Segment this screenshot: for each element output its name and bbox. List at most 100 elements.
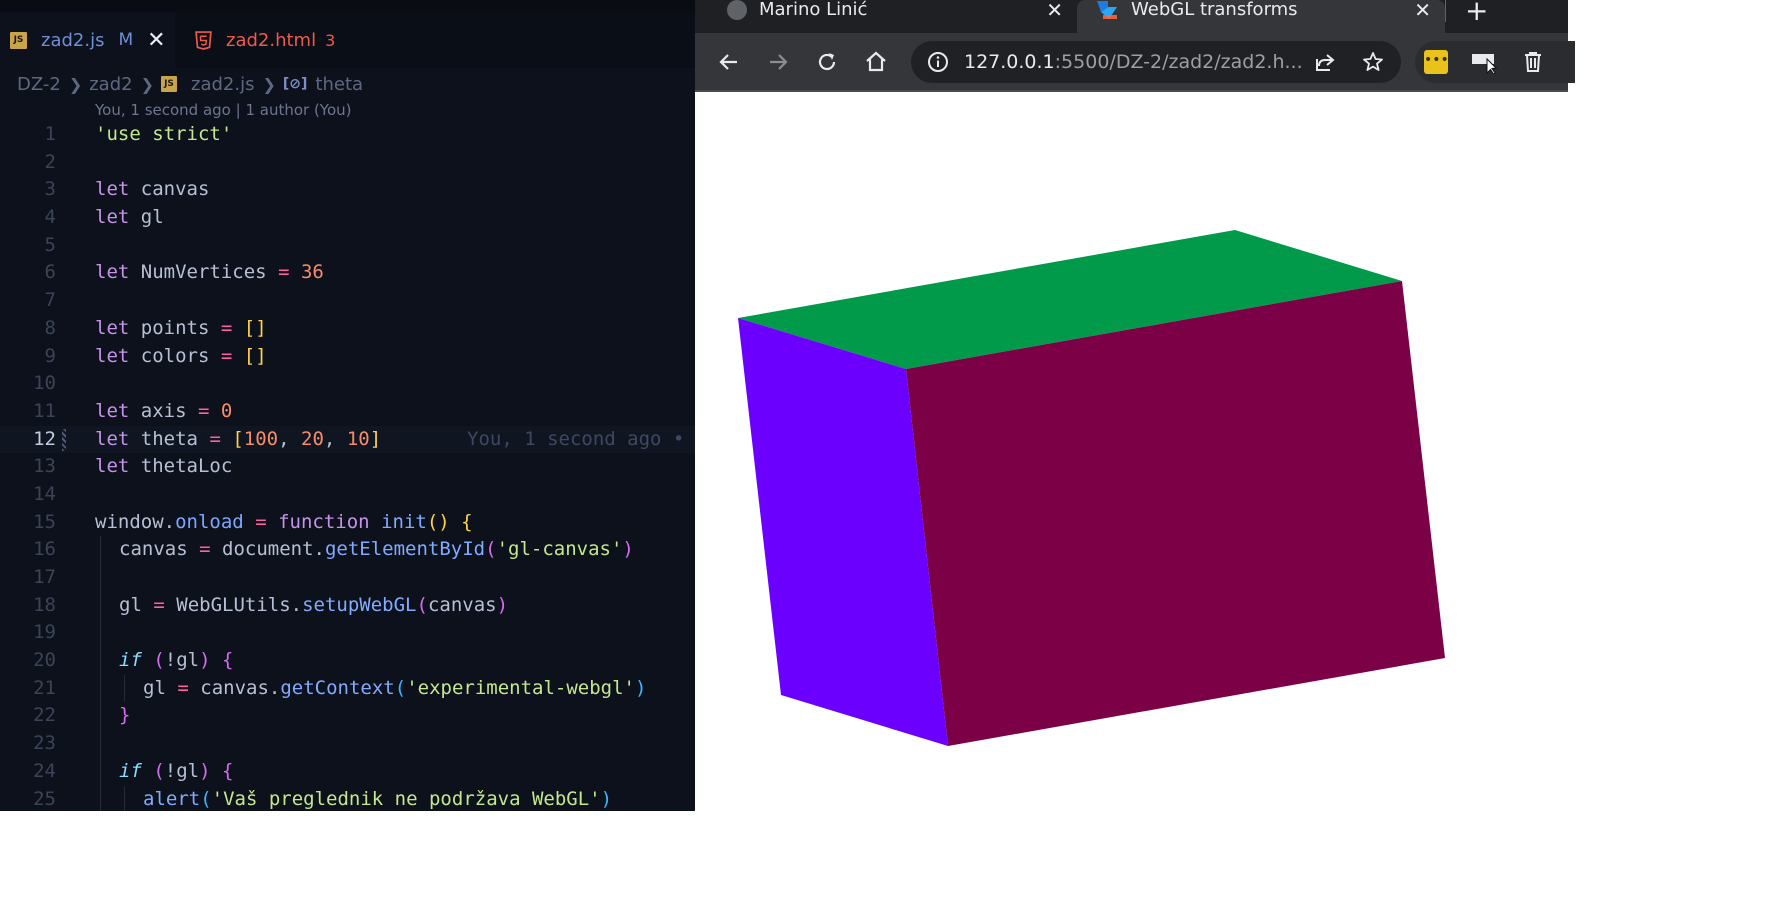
chevron-right-icon: ❯: [262, 74, 276, 94]
code-token: =: [199, 538, 211, 561]
tab-zad2-html[interactable]: zad2.html 3: [195, 12, 355, 68]
browser-tab-marino[interactable]: Marino Linić ✕: [707, 0, 1077, 33]
code-token: init: [381, 510, 427, 533]
line-number: 10: [33, 372, 56, 395]
indent-guide: [100, 647, 101, 675]
code-token: gl: [140, 206, 164, 229]
close-tab-icon[interactable]: ✕: [1046, 0, 1063, 20]
line-number: 6: [44, 261, 56, 284]
close-tab-icon[interactable]: ✕: [1414, 0, 1431, 20]
browser-tab-webgl[interactable]: WebGL transforms ✕: [1077, 0, 1445, 33]
code-token: (: [416, 593, 428, 616]
js-file-icon: JS: [161, 76, 177, 92]
browser-tab-title: WebGL transforms: [1131, 0, 1298, 20]
page-extension-icon[interactable]: [1471, 50, 1497, 74]
chevron-right-icon: ❯: [140, 74, 154, 94]
variable-symbol-icon: [⊘]: [282, 76, 308, 92]
browser-window: Marino Linić ✕ WebGL transforms ✕ + 127.…: [695, 0, 1575, 811]
line-number: 23: [33, 732, 56, 755]
url-host: 127.0.0.1: [964, 51, 1055, 73]
browser-tab-strip: Marino Linić ✕ WebGL transforms ✕ +: [695, 0, 1568, 33]
code-token: =: [153, 593, 165, 616]
reload-button[interactable]: [807, 33, 847, 90]
breadcrumb-item[interactable]: zad2: [89, 74, 132, 95]
code-line: 7: [0, 287, 695, 315]
code-token: let: [95, 399, 130, 422]
code-token: =: [255, 510, 267, 533]
code-token: (: [394, 676, 407, 699]
breadcrumb: DZ-2 ❯ zad2 ❯ JS zad2.js ❯ [⊘] theta: [0, 70, 695, 98]
address-bar[interactable]: 127.0.0.1:5500/DZ-2/zad2/zad2.h...: [911, 41, 1401, 83]
indent-guide: [100, 757, 101, 786]
back-button[interactable]: [709, 33, 749, 90]
vscode-live-icon: [1097, 0, 1117, 19]
code-token: }: [119, 704, 131, 727]
breadcrumb-item[interactable]: zad2.js: [191, 74, 254, 95]
editor-top-strip: [0, 0, 695, 12]
indent-guide: [124, 674, 125, 703]
star-icon[interactable]: [1361, 50, 1385, 74]
indent-guide: [100, 702, 101, 731]
code-token: 36: [300, 261, 324, 284]
git-modified-gutter-marker[interactable]: [62, 428, 66, 451]
url-text[interactable]: 127.0.0.1:5500/DZ-2/zad2/zad2.h...: [964, 41, 1303, 83]
forward-button[interactable]: [758, 33, 798, 90]
code-token: colors: [140, 344, 210, 367]
code-token: =: [209, 427, 221, 450]
new-tab-button[interactable]: +: [1465, 0, 1488, 27]
code-token: (: [153, 759, 165, 782]
code-token: canvas: [427, 593, 497, 616]
code-token: =: [177, 676, 189, 699]
code-token: !gl: [164, 649, 200, 672]
code-line: 1 'use strict': [0, 121, 695, 149]
code-token: ): [496, 593, 509, 616]
url-path: :5500/DZ-2/zad2/zad2.h...: [1054, 51, 1303, 73]
code-token: ): [199, 759, 211, 782]
code-line-current: 12 let theta = [100, 20, 10] You, 1 second…: [0, 425, 695, 454]
code-token: ,: [323, 427, 336, 450]
password-manager-extension-icon[interactable]: •••: [1424, 50, 1449, 74]
code-token: canvas: [119, 538, 188, 561]
code-line: 23: [0, 730, 695, 758]
code-area[interactable]: 1 'use strict' 2 3 let canvas 4 let gl 5 6 l…: [0, 121, 695, 811]
breadcrumb-item[interactable]: theta: [315, 74, 363, 95]
reload-icon: [818, 52, 836, 70]
line-number: 3: [44, 178, 56, 201]
code-token: .: [163, 510, 176, 533]
js-file-icon: JS: [10, 31, 27, 49]
share-icon[interactable]: [1313, 50, 1337, 74]
indent-guide: [100, 730, 101, 758]
inline-blame[interactable]: You, 1 second ago •: [467, 426, 684, 454]
line-number: 16: [33, 538, 56, 561]
home-button[interactable]: [856, 33, 896, 90]
html5-file-icon: [195, 30, 212, 50]
code-token: (: [200, 787, 212, 810]
line-number: 1: [44, 123, 56, 145]
code-token: (): [426, 510, 450, 533]
code-token: {: [461, 510, 473, 533]
code-token: .: [313, 538, 325, 561]
breadcrumb-item[interactable]: DZ-2: [17, 74, 61, 95]
tab-zad2-js[interactable]: JS zad2.js M ✕: [0, 12, 175, 68]
code-token: thetaLoc: [140, 455, 233, 478]
close-tab-icon[interactable]: ✕: [147, 28, 165, 53]
trash-icon[interactable]: [1521, 50, 1545, 74]
code-token: setupWebGL: [302, 593, 417, 616]
code-token: 'use strict': [95, 123, 233, 145]
browser-tab-title: Marino Linić: [759, 0, 868, 20]
line-number: 2: [44, 150, 56, 173]
code-line: 19: [0, 619, 695, 648]
line-number: 15: [33, 510, 56, 533]
code-line: 10: [0, 370, 695, 398]
code-token: (: [153, 649, 165, 672]
webgl-canvas[interactable]: [695, 90, 1568, 811]
code-token: =: [278, 261, 290, 284]
code-token: .: [268, 676, 281, 699]
problem-count: 3: [325, 30, 336, 50]
line-number: 4: [44, 206, 56, 229]
viewport-top-border: [695, 90, 1568, 92]
code-token: [: [232, 427, 244, 450]
site-info-icon[interactable]: [927, 51, 949, 73]
git-blame-header[interactable]: You, 1 second ago | 1 author (You): [95, 101, 352, 119]
code-token: canvas: [200, 676, 269, 699]
